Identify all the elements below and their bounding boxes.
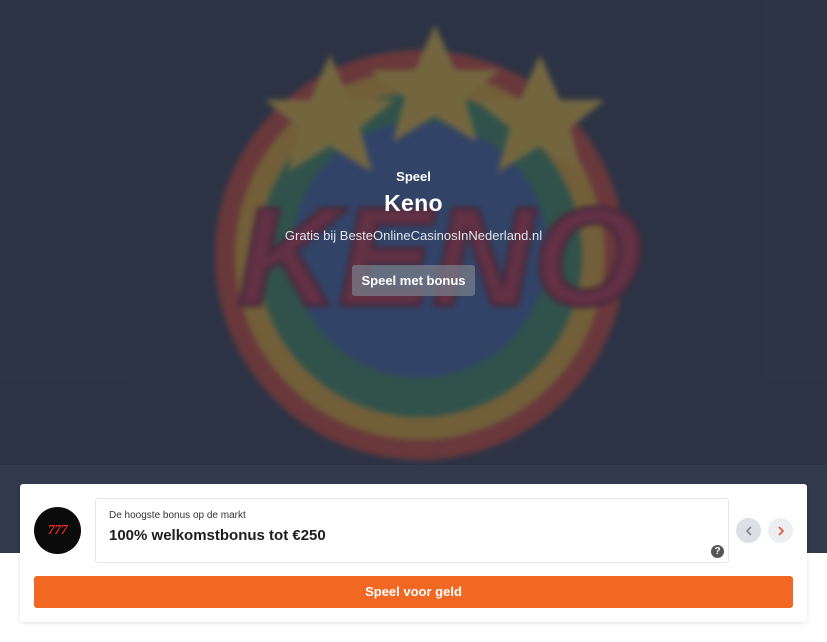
offer-text: 100% welkomstbonus tot €250 (109, 527, 326, 544)
question-icon[interactable]: ? (711, 545, 724, 558)
offer-card: 777 De hoogste bonus op de markt 100% we… (20, 484, 807, 622)
page-title: Keno (384, 190, 443, 216)
previous-offer-button[interactable] (736, 518, 761, 543)
play-with-bonus-button[interactable]: Speel met bonus (352, 265, 475, 296)
offer-label: De hoogste bonus op de markt (109, 510, 246, 521)
hero-subtitle: Gratis bij BesteOnlineCasinosInNederland… (284, 228, 543, 243)
chevron-left-icon (745, 526, 751, 535)
casino-logo[interactable]: 777 (34, 507, 81, 554)
hero-eyebrow: Speel (396, 169, 431, 184)
casino-logo-text: 777 (47, 522, 68, 538)
chevron-right-icon (778, 526, 784, 535)
next-offer-button[interactable] (768, 518, 793, 543)
play-for-money-button[interactable]: Speel voor geld (34, 576, 793, 608)
offer-box: De hoogste bonus op de markt 100% welkom… (95, 498, 729, 563)
